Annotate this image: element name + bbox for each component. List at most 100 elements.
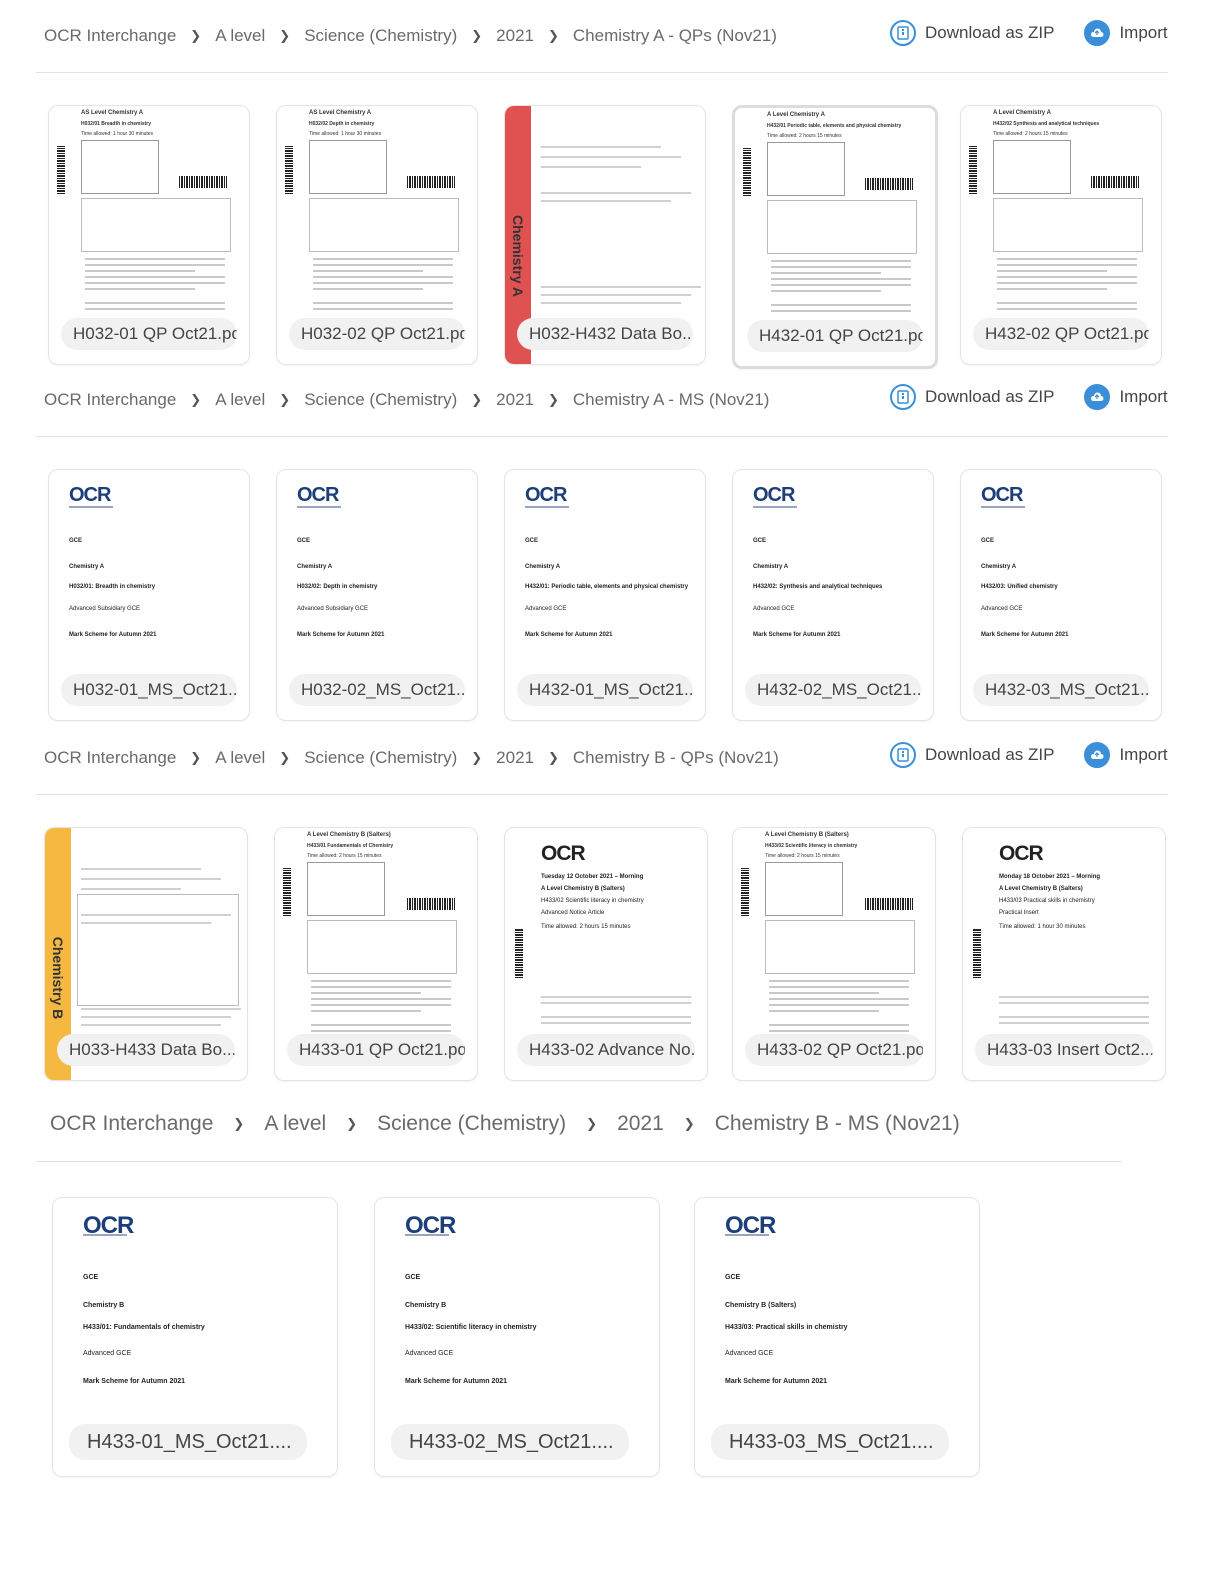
breadcrumb-item[interactable]: A level — [215, 748, 265, 768]
breadcrumb: OCR Interchange ❯ A level ❯ Science (Chemist… — [50, 1112, 960, 1136]
file-card[interactable]: Chemistry B H033-H433 Data Bo... — [44, 827, 248, 1081]
import-button[interactable]: Import to r — [1084, 384, 1168, 410]
thumb-text-line — [771, 310, 911, 312]
thumb-text: Advanced Notice Article — [541, 910, 605, 916]
file-card[interactable]: OCR GCE Chemistry A H032/01: Breadth in che… — [48, 469, 250, 721]
barcode — [865, 178, 913, 190]
breadcrumb-item[interactable]: OCR Interchange — [44, 26, 176, 46]
file-card[interactable]: OCR GCE Chemistry B (Salters) H433/03: Prac… — [694, 1197, 980, 1477]
thumb-text-line — [997, 288, 1107, 290]
breadcrumb-item[interactable]: A level — [215, 26, 265, 46]
thumb-time: Time allowed: 2 hours 15 minutes — [993, 131, 1068, 137]
breadcrumb-item[interactable]: Science (Chemistry) — [304, 748, 457, 768]
download-zip-button[interactable]: Download as ZIP — [890, 20, 1054, 46]
thumb-text-line — [997, 276, 1137, 278]
cloud-upload-icon — [1084, 742, 1111, 768]
file-card[interactable]: AS Level Chemistry A H032/01 Breadth in c… — [48, 105, 250, 365]
file-name: H032-01_MS_Oct21.... — [61, 674, 237, 706]
zip-file-icon — [890, 20, 916, 46]
import-button[interactable]: Import to r — [1084, 20, 1168, 46]
zip-file-icon — [890, 742, 916, 768]
download-zip-button[interactable]: Download as ZIP — [890, 384, 1054, 410]
thumb-text: Monday 18 October 2021 – Morning — [999, 874, 1101, 880]
breadcrumb-item[interactable]: OCR Interchange — [44, 748, 176, 768]
ocr-logo: OCR — [297, 484, 339, 506]
file-card[interactable]: A Level Chemistry B (Salters) H433/01 Fun… — [274, 827, 478, 1081]
file-name: H433-03_MS_Oct21.... — [711, 1424, 949, 1460]
breadcrumb-item[interactable]: Science (Chemistry) — [304, 390, 457, 410]
thumb-text-line — [999, 1022, 1149, 1024]
file-card[interactable]: A Level Chemistry B (Salters) H433/02 Sci… — [732, 827, 936, 1081]
file-name: H433-01_MS_Oct21.... — [69, 1424, 307, 1460]
import-button[interactable]: Import to — [1084, 742, 1168, 768]
import-label: Import to r — [1119, 387, 1168, 406]
barcode — [865, 898, 913, 910]
file-card[interactable]: OCR GCE Chemistry B H433/01: Fundamentals o… — [52, 1197, 338, 1477]
file-name: H032-02_MS_Oct21.... — [289, 674, 465, 706]
download-zip-button[interactable]: Download as ZIP — [890, 742, 1054, 768]
logo-tagline — [725, 1234, 769, 1236]
thumb-text-line — [771, 266, 911, 268]
thumb-text: Chemistry B — [83, 1302, 125, 1309]
thumb-text: Advanced GCE — [981, 606, 1023, 612]
breadcrumb-item[interactable]: 2021 — [617, 1112, 664, 1136]
barcode-vertical — [741, 868, 749, 916]
breadcrumb-item[interactable]: A level — [264, 1112, 326, 1136]
thumb-text-line — [311, 1024, 451, 1026]
breadcrumb-item[interactable]: Science (Chemistry) — [304, 26, 457, 46]
thumb-text-line — [85, 270, 195, 272]
chevron-right-icon: ❯ — [471, 750, 483, 765]
breadcrumb-item[interactable]: Science (Chemistry) — [377, 1112, 566, 1136]
thumb-text: Mark Scheme for Autumn 2021 — [753, 632, 841, 638]
thumb-heading: AS Level Chemistry A — [81, 110, 144, 116]
thumb-text-line — [997, 258, 1137, 260]
thumb-text-line — [85, 282, 225, 284]
thumb-text: H433/02 Scientific literacy in chemistry — [541, 898, 644, 904]
thumb-text-line — [313, 288, 423, 290]
breadcrumb-item[interactable]: OCR Interchange — [44, 390, 176, 410]
file-card[interactable]: OCR Tuesday 12 October 2021 – Morning A Le… — [504, 827, 708, 1081]
thumb-text-line — [81, 1008, 241, 1010]
thumb-text: H432/01: Periodic table, elements and ph… — [525, 584, 689, 590]
file-card[interactable]: A Level Chemistry A H432/01 Periodic tabl… — [732, 105, 938, 369]
breadcrumb-item[interactable]: OCR Interchange — [50, 1112, 213, 1136]
thumb-heading: A Level Chemistry B (Salters) — [765, 832, 849, 838]
file-card[interactable]: OCR GCE Chemistry A H432/03: Unified chemis… — [960, 469, 1162, 721]
thumb-text: GCE — [297, 538, 311, 544]
breadcrumb-item[interactable]: 2021 — [496, 26, 534, 46]
breadcrumb-item[interactable]: Chemistry B - QPs (Nov21) — [573, 748, 779, 768]
breadcrumb-item[interactable]: Chemistry B - MS (Nov21) — [715, 1112, 960, 1136]
thumb-text: GCE — [405, 1274, 421, 1281]
file-card[interactable]: Chemistry A H032-H432 Data Bo... — [504, 105, 706, 365]
thumb-text-line — [771, 304, 911, 306]
file-card[interactable]: AS Level Chemistry A H032/02 Depth in che… — [276, 105, 478, 365]
breadcrumb-item[interactable]: 2021 — [496, 748, 534, 768]
breadcrumb-item[interactable]: 2021 — [496, 390, 534, 410]
chevron-right-icon: ❯ — [279, 392, 291, 407]
file-card[interactable]: OCR GCE Chemistry A H032/02: Depth in chemi… — [276, 469, 478, 721]
thumb-subheading: H433/02 Scientific literacy in chemistry — [765, 843, 858, 849]
thumb-text: GCE — [981, 538, 995, 544]
ocr-logo: OCR — [981, 484, 1023, 506]
barcode-vertical — [285, 146, 293, 194]
thumb-text-line — [541, 1016, 691, 1018]
thumb-text-line — [313, 302, 453, 304]
download-zip-label: Download as ZIP — [925, 745, 1055, 764]
file-card[interactable]: OCR GCE Chemistry B H433/02: Scientific lit… — [374, 1197, 660, 1477]
thumb-text: Chemistry A — [525, 564, 561, 570]
file-card[interactable]: A Level Chemistry A H432/02 Synthesis and… — [960, 105, 1162, 365]
barcode-vertical — [283, 868, 291, 916]
breadcrumb-item[interactable]: Chemistry A - QPs (Nov21) — [573, 26, 777, 46]
file-card[interactable]: OCR GCE Chemistry A H432/02: Synthesis and … — [732, 469, 934, 721]
breadcrumb-item[interactable]: Chemistry A - MS (Nov21) — [573, 390, 770, 410]
cloud-upload-icon — [1084, 20, 1111, 46]
thumb-text-line — [771, 272, 881, 274]
thumb-subheading: H432/02 Synthesis and analytical techniq… — [993, 121, 1100, 127]
file-card[interactable]: OCR GCE Chemistry A H432/01: Periodic table… — [504, 469, 706, 721]
breadcrumb-item[interactable]: A level — [215, 390, 265, 410]
chevron-right-icon: ❯ — [547, 28, 559, 43]
thumb-text: Advanced GCE — [725, 1350, 774, 1357]
thumb-text-line — [81, 1016, 231, 1018]
file-card[interactable]: OCR Monday 18 October 2021 – Morning A Lev… — [962, 827, 1166, 1081]
thumb-text: H032/02: Depth in chemistry — [297, 584, 378, 590]
